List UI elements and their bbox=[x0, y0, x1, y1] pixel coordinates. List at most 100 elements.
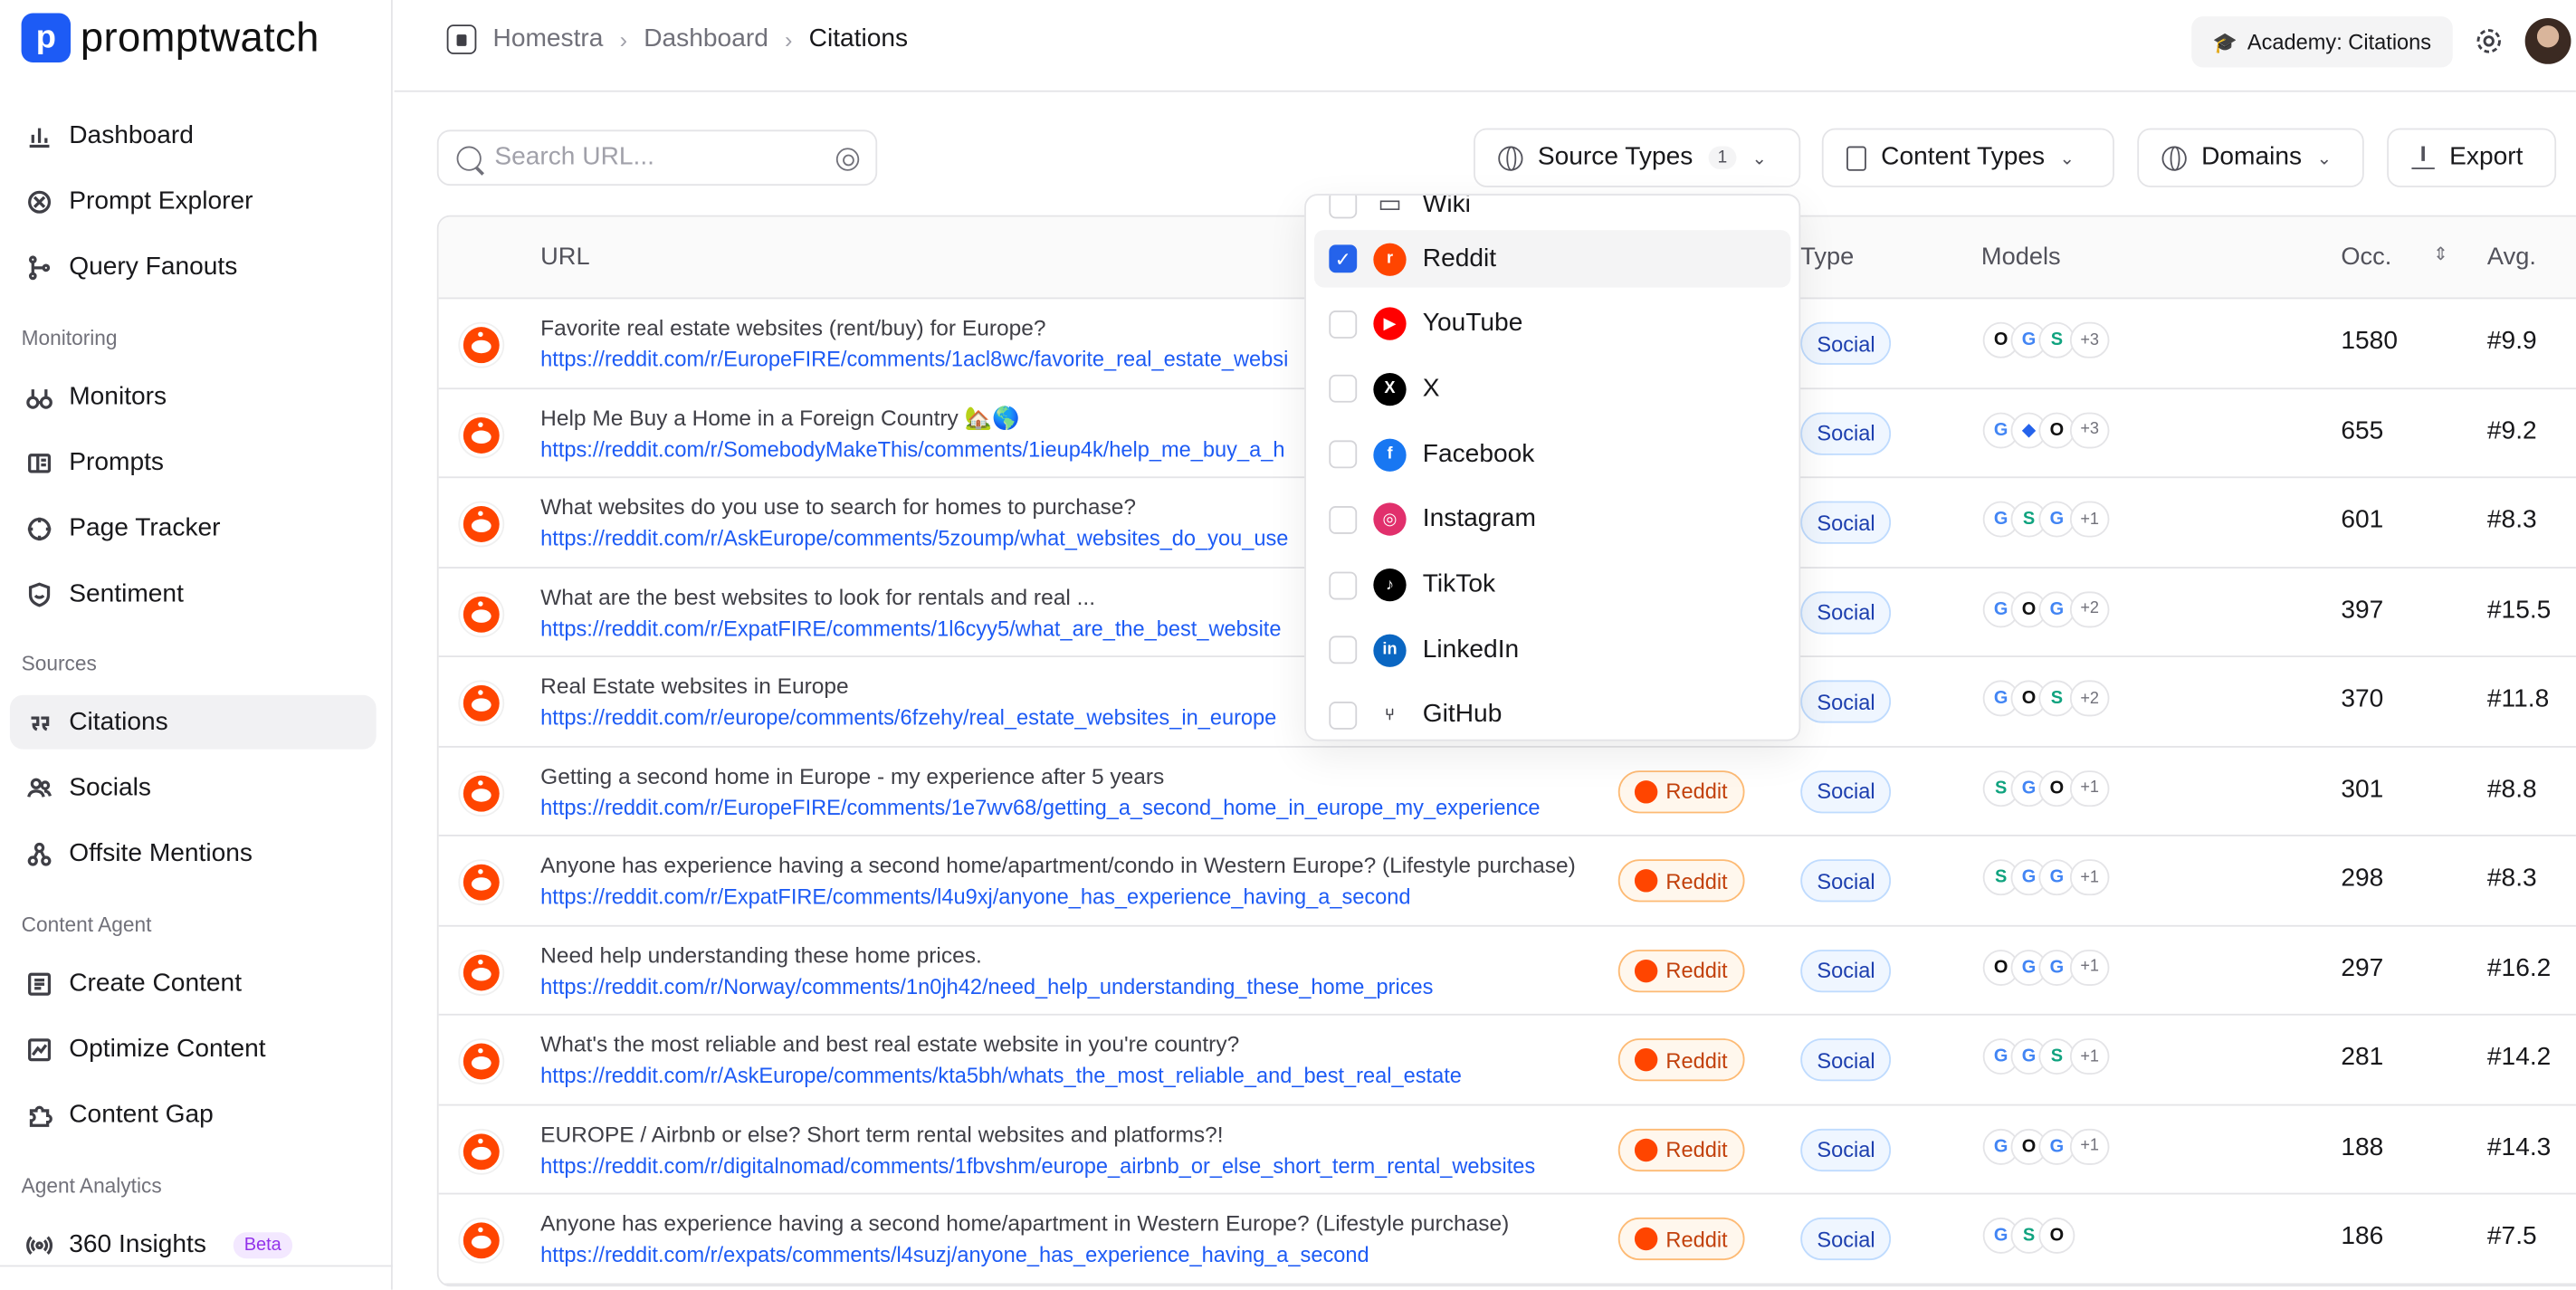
export-button[interactable]: Export bbox=[2387, 128, 2557, 187]
more-models-badge[interactable]: +3 bbox=[2069, 411, 2110, 448]
more-models-badge[interactable]: +2 bbox=[2069, 590, 2110, 627]
more-models-badge[interactable]: +1 bbox=[2069, 1127, 2110, 1164]
sidebar-item-label: Dashboard bbox=[69, 120, 194, 149]
column-header-url[interactable]: URL bbox=[540, 244, 589, 272]
source-types-filter[interactable]: Source Types 1 ⌄ bbox=[1474, 128, 1801, 187]
column-header-avg[interactable]: Avg. bbox=[2487, 244, 2536, 272]
academy-button[interactable]: 🎓 Academy: Citations bbox=[2191, 16, 2453, 68]
checkbox[interactable] bbox=[1329, 310, 1358, 339]
gear-icon[interactable] bbox=[2474, 26, 2504, 56]
bar-chart-icon bbox=[26, 122, 52, 148]
sidebar-item-360-insights[interactable]: 360 Insights Beta bbox=[10, 1218, 377, 1272]
image-chart-icon bbox=[26, 1036, 52, 1062]
sidebar-item-prompts[interactable]: Prompts bbox=[10, 435, 377, 490]
sidebar-item-create-content[interactable]: Create Content bbox=[10, 956, 377, 1010]
table-row[interactable]: Anyone has experience having a second ho… bbox=[438, 1195, 2576, 1285]
avatar[interactable] bbox=[2524, 17, 2571, 64]
dropdown-item-x[interactable]: XX bbox=[1314, 360, 1790, 418]
row-url-link[interactable]: https://reddit.com/r/ExpatFIRE/comments/… bbox=[540, 616, 1281, 640]
checkbox[interactable]: ✓ bbox=[1329, 244, 1358, 273]
dropdown-item-label: GitHub bbox=[1422, 700, 1503, 729]
row-url-link[interactable]: https://reddit.com/r/europe/comments/6fz… bbox=[540, 705, 1276, 730]
more-models-badge[interactable]: +1 bbox=[2069, 949, 2110, 986]
checkbox[interactable] bbox=[1329, 505, 1358, 534]
row-url-link[interactable]: https://reddit.com/r/EuropeFIRE/comments… bbox=[540, 347, 1288, 371]
avg-position-value: #9.9 bbox=[2486, 327, 2537, 356]
dropdown-item-github[interactable]: ⑂ GitHub bbox=[1314, 686, 1790, 739]
more-models-badge[interactable]: +3 bbox=[2069, 321, 2110, 358]
chevron-down-icon: ⌄ bbox=[2059, 148, 2075, 169]
checkbox[interactable] bbox=[1329, 701, 1358, 730]
sidebar-item-page-tracker[interactable]: Page Tracker bbox=[10, 502, 377, 556]
checkbox[interactable] bbox=[1329, 570, 1358, 599]
dropdown-item-linkedin[interactable]: in LinkedIn bbox=[1314, 621, 1790, 679]
row-url-link[interactable]: https://reddit.com/r/AskEurope/comments/… bbox=[540, 526, 1288, 550]
breadcrumb-workspace[interactable]: Homestra bbox=[493, 24, 604, 54]
checkbox[interactable] bbox=[1329, 635, 1358, 664]
sidebar-item-prompt-explorer[interactable]: Prompt Explorer bbox=[10, 174, 377, 228]
dropdown-item-wiki[interactable]: ▭ Wiki bbox=[1314, 195, 1790, 234]
chevron-down-icon: ⌄ bbox=[2316, 148, 2333, 169]
column-header-models[interactable]: Models bbox=[1981, 244, 2061, 272]
sidebar-item-offsite-mentions[interactable]: Offsite Mentions bbox=[10, 827, 377, 881]
table-row[interactable]: Getting a second home in Europe - my exp… bbox=[438, 747, 2576, 836]
row-url-link[interactable]: https://reddit.com/r/Norway/comments/1n0… bbox=[540, 973, 1433, 998]
chevron-right-icon: › bbox=[619, 26, 628, 53]
search-icon bbox=[456, 146, 482, 171]
more-models-badge[interactable]: +1 bbox=[2069, 769, 2110, 807]
sidebar-item-sentiment[interactable]: Sentiment bbox=[10, 567, 377, 621]
sidebar-item-content-gap[interactable]: Content Gap bbox=[10, 1088, 377, 1142]
column-header-type[interactable]: Type bbox=[1800, 244, 1854, 272]
sort-icon[interactable]: ⇕ bbox=[2433, 244, 2448, 264]
occurrences-value: 281 bbox=[2341, 1043, 2384, 1072]
row-url-link[interactable]: https://reddit.com/r/AskEurope/comments/… bbox=[540, 1063, 1462, 1087]
row-title: Favorite real estate websites (rent/buy)… bbox=[540, 315, 1046, 340]
dropdown-item-reddit[interactable]: ✓ r Reddit bbox=[1314, 230, 1791, 288]
sidebar-item-monitors[interactable]: Monitors bbox=[10, 369, 377, 424]
app-logo[interactable]: p promptwatch bbox=[21, 13, 320, 62]
row-url-link[interactable]: https://reddit.com/r/ExpatFIRE/comments/… bbox=[540, 884, 1410, 908]
row-title: Need help understanding these home price… bbox=[540, 941, 982, 968]
sidebar-item-optimize-content[interactable]: Optimize Content bbox=[10, 1022, 377, 1076]
more-models-badge[interactable]: +1 bbox=[2069, 1038, 2110, 1075]
checkbox[interactable] bbox=[1329, 195, 1358, 219]
content-types-filter[interactable]: Content Types ⌄ bbox=[1821, 128, 2114, 187]
row-url-link[interactable]: https://reddit.com/r/SomebodyMakeThis/co… bbox=[540, 436, 1284, 461]
type-badge: Social bbox=[1800, 1127, 1892, 1171]
section-label-monitoring: Monitoring bbox=[21, 327, 118, 350]
more-models-badge[interactable]: +2 bbox=[2069, 680, 2110, 717]
table-row[interactable]: What's the most reliable and best real e… bbox=[438, 1016, 2576, 1105]
graduation-cap-icon: 🎓 bbox=[2212, 30, 2237, 53]
section-label-sources: Sources bbox=[21, 652, 97, 675]
search-input[interactable]: Search URL... bbox=[436, 129, 878, 186]
column-header-occ[interactable]: Occ. bbox=[2341, 244, 2391, 272]
dropdown-item-facebook[interactable]: f Facebook bbox=[1314, 425, 1790, 483]
checkbox[interactable] bbox=[1329, 440, 1358, 469]
target-icon[interactable] bbox=[835, 148, 860, 171]
row-url-link[interactable]: https://reddit.com/r/digitalnomad/commen… bbox=[540, 1152, 1535, 1177]
dropdown-item-label: Instagram bbox=[1422, 504, 1536, 533]
models-group: O G S +3 bbox=[1982, 321, 2110, 358]
sidebar-item-socials[interactable]: Socials bbox=[10, 760, 377, 815]
sidebar-item-citations[interactable]: Citations bbox=[9, 694, 377, 750]
row-title: Getting a second home in Europe - my exp… bbox=[540, 763, 1165, 788]
dropdown-item-instagram[interactable]: ◎ Instagram bbox=[1314, 491, 1790, 549]
table-row[interactable]: EUROPE / Airbnb or else? Short term rent… bbox=[438, 1105, 2576, 1195]
sidebar-item-dashboard[interactable]: Dashboard bbox=[10, 109, 377, 163]
dropdown-item-youtube[interactable]: ▶ YouTube bbox=[1314, 295, 1790, 353]
more-models-badge[interactable]: +1 bbox=[2069, 501, 2110, 538]
row-url-link[interactable]: https://reddit.com/r/EuropeFIRE/comments… bbox=[540, 795, 1540, 819]
checkbox[interactable] bbox=[1329, 375, 1358, 404]
reddit-icon bbox=[1634, 1227, 1658, 1251]
breadcrumb-dashboard[interactable]: Dashboard bbox=[644, 24, 768, 54]
table-row[interactable]: Need help understanding these home price… bbox=[438, 926, 2576, 1016]
row-url-link[interactable]: https://reddit.com/r/expats/comments/l4s… bbox=[540, 1242, 1369, 1266]
sidebar: p promptwatch Dashboard Prompt Explorer … bbox=[0, 0, 393, 1290]
dropdown-item-tiktok[interactable]: ♪ TikTok bbox=[1314, 556, 1790, 614]
sidebar-item-query-fanouts[interactable]: Query Fanouts bbox=[10, 240, 377, 294]
domains-filter[interactable]: Domains ⌄ bbox=[2137, 128, 2364, 187]
table-row[interactable]: Anyone has experience having a second ho… bbox=[438, 836, 2576, 926]
row-title: EUROPE / Airbnb or else? Short term rent… bbox=[540, 1121, 1224, 1146]
more-models-badge[interactable]: +1 bbox=[2069, 859, 2110, 896]
dropdown-item-label: LinkedIn bbox=[1422, 635, 1520, 664]
